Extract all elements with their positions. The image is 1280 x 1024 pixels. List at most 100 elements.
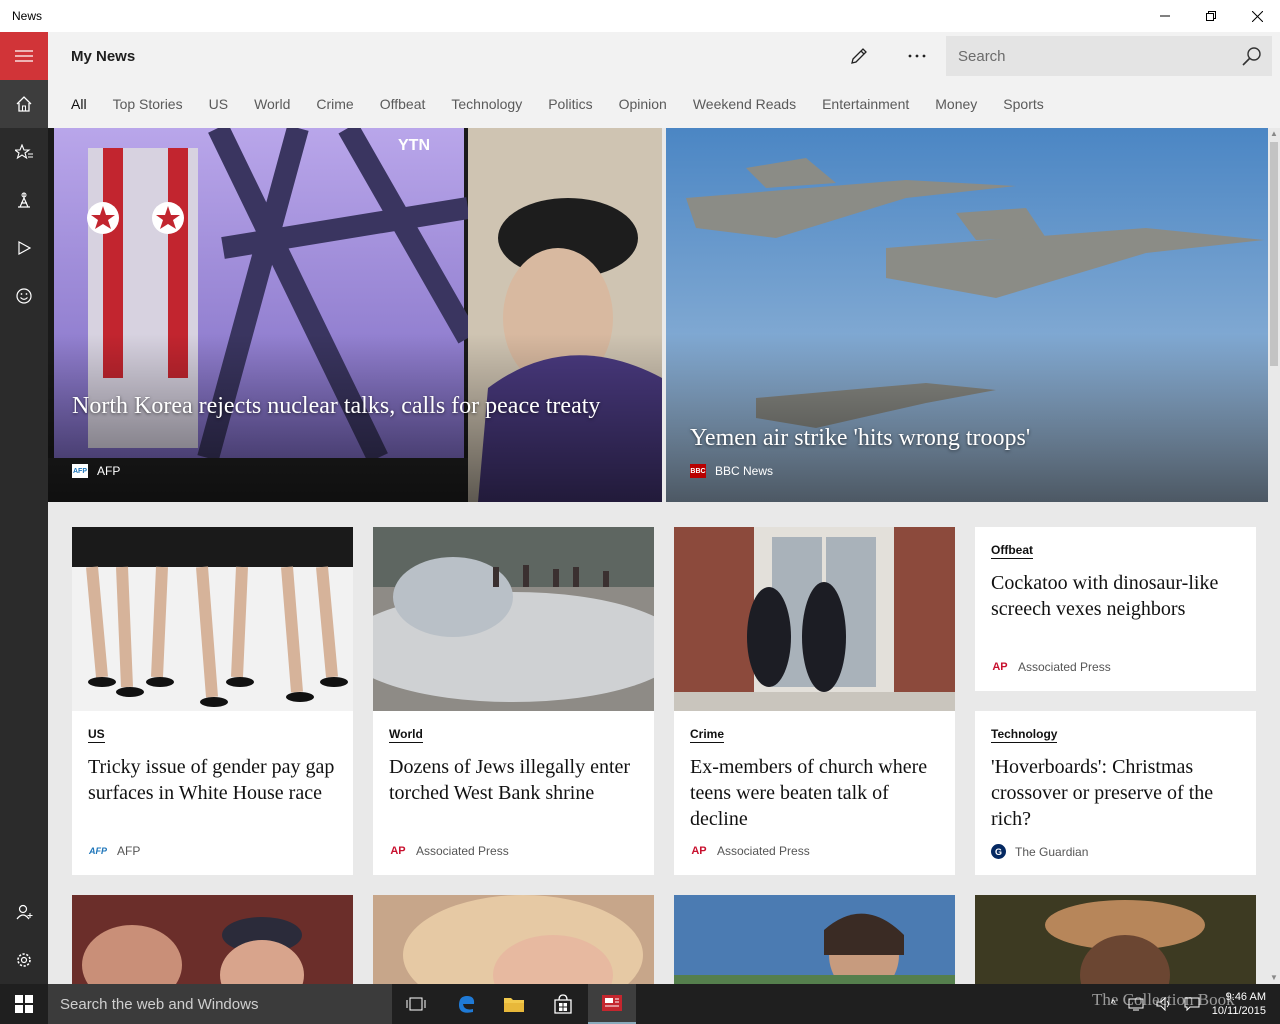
more-options-button[interactable] (888, 32, 946, 80)
clock[interactable]: 9:46 AM 10/11/2015 (1206, 990, 1280, 1018)
story-title[interactable]: Cockatoo with dinosaur-like screech vexe… (991, 570, 1242, 622)
story-title[interactable]: Ex-members of church where teens were be… (690, 754, 941, 832)
edit-button[interactable] (830, 32, 888, 80)
story-card-us[interactable]: US Tricky issue of gender pay gap surfac… (72, 527, 353, 875)
window-controls (1142, 0, 1280, 32)
close-button[interactable] (1234, 0, 1280, 32)
hamburger-icon (15, 50, 33, 62)
edge-button[interactable] (442, 984, 490, 1024)
minimize-button[interactable] (1142, 0, 1188, 32)
tab-weekend-reads[interactable]: Weekend Reads (693, 96, 796, 112)
story-category[interactable]: Crime (690, 727, 725, 743)
nav-settings[interactable] (0, 936, 48, 984)
volume-icon[interactable] (1156, 997, 1172, 1011)
nav-account[interactable] (0, 888, 48, 936)
hamburger-menu-button[interactable] (0, 32, 48, 80)
tab-us[interactable]: US (209, 96, 228, 112)
tab-technology[interactable]: Technology (451, 96, 522, 112)
nav-feedback[interactable] (0, 272, 48, 320)
tab-money[interactable]: Money (935, 96, 977, 112)
story-category[interactable]: Offbeat (991, 543, 1033, 559)
start-button[interactable] (0, 984, 48, 1024)
tab-crime[interactable]: Crime (316, 96, 353, 112)
story-thumbnail (72, 895, 353, 984)
story-title[interactable]: Tricky issue of gender pay gap surfaces … (88, 754, 339, 806)
task-view-button[interactable] (392, 984, 440, 1024)
story-thumbnail (674, 527, 955, 711)
scrollbar-thumb[interactable] (1270, 142, 1278, 366)
story-card-offbeat[interactable]: Offbeat Cockatoo with dinosaur-like scre… (975, 527, 1256, 691)
restore-button[interactable] (1188, 0, 1234, 32)
tab-offbeat[interactable]: Offbeat (380, 96, 426, 112)
news-feed: YTN North Korea rejects nuclear talks, c… (48, 128, 1268, 984)
scroll-up-icon[interactable]: ▲ (1268, 128, 1280, 140)
bbc-logo-icon: BBC (690, 464, 706, 478)
story-card-preview[interactable] (975, 895, 1256, 984)
system-tray: ^ 9:46 AM 10/11/2015 (1105, 984, 1280, 1024)
tab-entertainment[interactable]: Entertainment (822, 96, 909, 112)
story-body: Crime Ex-members of church where teens w… (690, 725, 941, 832)
nav-local[interactable] (0, 176, 48, 224)
gear-icon (17, 953, 31, 967)
story-card-technology[interactable]: Technology 'Hoverboards': Christmas cros… (975, 711, 1256, 875)
tab-opinion[interactable]: Opinion (619, 96, 667, 112)
vertical-scrollbar[interactable]: ▲ ▼ (1268, 128, 1280, 984)
story-body: World Dozens of Jews illegally enter tor… (389, 725, 640, 806)
story-category[interactable]: Technology (991, 727, 1058, 743)
hero-headline[interactable]: Yemen air strike 'hits wrong troops' (690, 422, 1244, 454)
nav-home[interactable] (0, 80, 48, 128)
story-card-preview[interactable] (674, 895, 955, 984)
hero-story-yemen[interactable]: Yemen air strike 'hits wrong troops' BBC… (666, 128, 1268, 502)
story-thumbnail (72, 527, 353, 711)
network-icon[interactable] (1128, 997, 1144, 1011)
story-body: US Tricky issue of gender pay gap surfac… (88, 725, 339, 806)
story-card-preview[interactable] (373, 895, 654, 984)
story-title[interactable]: Dozens of Jews illegally enter torched W… (389, 754, 640, 806)
pencil-icon (851, 48, 867, 64)
action-center-icon[interactable] (1184, 997, 1200, 1011)
story-category[interactable]: US (88, 727, 105, 743)
more-icon (908, 54, 926, 58)
story-title[interactable]: 'Hoverboards': Christmas crossover or pr… (991, 754, 1242, 832)
scroll-down-icon[interactable]: ▼ (1268, 972, 1280, 984)
tray-expand-icon[interactable]: ^ (1105, 998, 1122, 1010)
tab-sports[interactable]: Sports (1003, 96, 1043, 112)
star-list-icon (15, 144, 33, 160)
hero-story-north-korea[interactable]: YTN North Korea rejects nuclear talks, c… (48, 128, 662, 502)
nav-videos[interactable] (0, 224, 48, 272)
tab-politics[interactable]: Politics (548, 96, 592, 112)
tab-world[interactable]: World (254, 96, 290, 112)
taskbar-search-input[interactable]: Search the web and Windows (60, 996, 258, 1013)
navigation-rail (0, 32, 48, 984)
story-category[interactable]: World (389, 727, 423, 743)
page-title: My News (71, 47, 136, 65)
story-source: AP Associated Press (991, 660, 1110, 674)
search-input[interactable]: Search (958, 48, 1232, 65)
story-card-preview[interactable] (72, 895, 353, 984)
news-app-button[interactable] (588, 984, 636, 1024)
story-source: AFP AFP (88, 844, 140, 858)
nav-interests[interactable] (0, 128, 48, 176)
tab-all[interactable]: All (71, 96, 87, 112)
taskbar: Search the web and Windows The Collectio… (0, 984, 1280, 1024)
hero-headline[interactable]: North Korea rejects nuclear talks, calls… (72, 390, 638, 422)
category-tabs: All Top Stories US World Crime Offbeat T… (48, 80, 1280, 128)
title-bar: News (0, 0, 1280, 32)
story-card-world[interactable]: World Dozens of Jews illegally enter tor… (373, 527, 654, 875)
search-icon[interactable] (1232, 36, 1272, 76)
search-box[interactable]: Search (946, 36, 1272, 76)
restore-icon (1206, 11, 1216, 21)
guardian-logo-icon: G (991, 844, 1006, 859)
store-button[interactable] (539, 984, 587, 1024)
close-icon (1251, 10, 1263, 22)
taskbar-search[interactable]: Search the web and Windows (48, 984, 392, 1024)
ap-logo-icon: AP (390, 845, 406, 857)
hero-source: AFP AFP (72, 464, 120, 478)
tab-top-stories[interactable]: Top Stories (113, 96, 183, 112)
afp-logo-icon: AFP (89, 846, 107, 856)
file-explorer-button[interactable] (490, 984, 538, 1024)
header-tools: Search (830, 32, 1280, 80)
minimize-icon (1160, 15, 1170, 17)
story-source-name: AFP (117, 844, 141, 858)
story-card-crime[interactable]: Crime Ex-members of church where teens w… (674, 527, 955, 875)
